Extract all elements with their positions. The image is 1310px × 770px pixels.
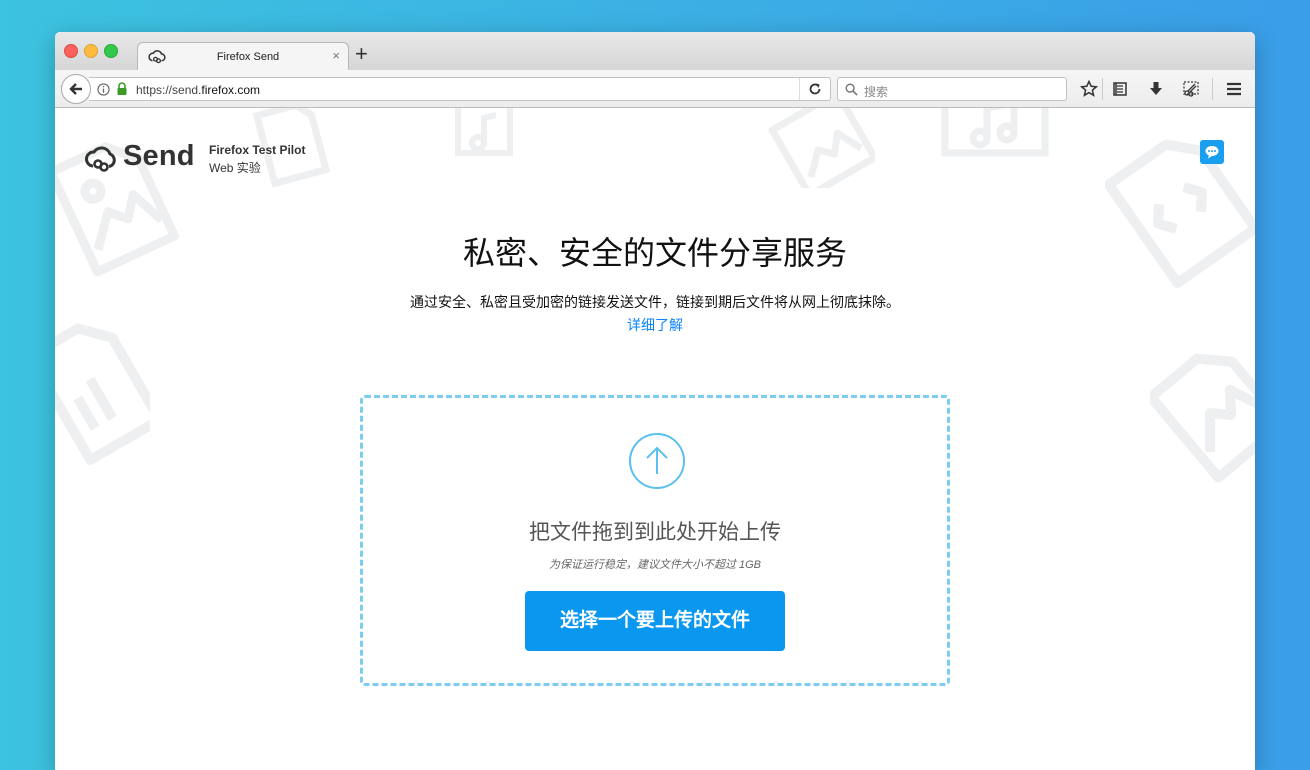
bg-music-doodle-icon [941,108,1049,157]
maximize-window-button[interactable] [104,44,118,58]
bg-image-doodle-icon [768,108,875,188]
web-experiment-label: Web 实验 [209,161,261,175]
drop-title: 把文件拖到到此处开始上传 [529,521,781,544]
browser-window: Firefox Send × + https://send.firefox.co… [55,32,1255,770]
search-bar[interactable]: 搜索 [837,77,1067,101]
upload-dropzone[interactable]: 把文件拖到到此处开始上传 为保证运行稳定，建议文件大小不超过 1GB 选择一个要… [360,395,950,686]
toolbar-divider [1212,78,1213,100]
tab-firefox-send[interactable]: Firefox Send × [137,42,349,71]
upload-arrow-icon [629,433,685,489]
tab-strip: Firefox Send × + [55,32,1255,71]
size-hint: 为保证运行稳定，建议文件大小不超过 1GB [548,559,762,571]
search-input[interactable]: 搜索 [864,83,888,100]
screenshot-icon[interactable] [1182,80,1200,98]
choose-file-button[interactable]: 选择一个要上传的文件 [525,591,785,651]
close-window-button[interactable] [64,44,78,58]
toolbar-divider [1102,78,1103,100]
menu-icon[interactable] [1225,80,1243,98]
reader-list-icon[interactable] [1111,80,1129,98]
tab-title: Firefox Send [216,51,280,63]
info-icon[interactable] [97,83,110,96]
firefox-send-logo-icon [85,146,116,172]
reload-icon [809,83,821,95]
bg-music-doodle-icon [455,108,513,156]
star-icon[interactable] [1080,80,1098,98]
lock-icon [117,82,127,95]
close-tab-icon[interactable]: × [332,48,340,63]
url-text: https://send.firefox.com [136,83,261,97]
back-arrow-icon [69,83,82,95]
firefox-send-icon [148,50,166,64]
feedback-button[interactable] [1200,140,1224,164]
back-button[interactable] [61,74,91,104]
feedback-chat-icon [1205,146,1219,159]
page-content: Send Firefox Test Pilot Web 实验 私密、安全的文件分… [55,108,1255,770]
bg-image-doodle-icon [1150,353,1255,483]
page-title: 私密、安全的文件分享服务 [462,235,847,271]
page-description: 通过安全、私密且受加密的链接发送文件，链接到期后文件将从网上彻底抹除。 [410,294,900,310]
search-icon [845,83,858,96]
test-pilot-label: Firefox Test Pilot [209,143,306,157]
download-icon[interactable] [1147,80,1165,98]
reload-button[interactable] [799,78,830,100]
nav-toolbar: https://send.firefox.com 搜索 [55,70,1255,108]
url-bar[interactable]: https://send.firefox.com [89,77,831,101]
new-tab-button[interactable]: + [355,43,368,65]
learn-more-link[interactable]: 详细了解 [55,315,1255,335]
minimize-window-button[interactable] [84,44,98,58]
logo-text: Send [123,140,195,172]
